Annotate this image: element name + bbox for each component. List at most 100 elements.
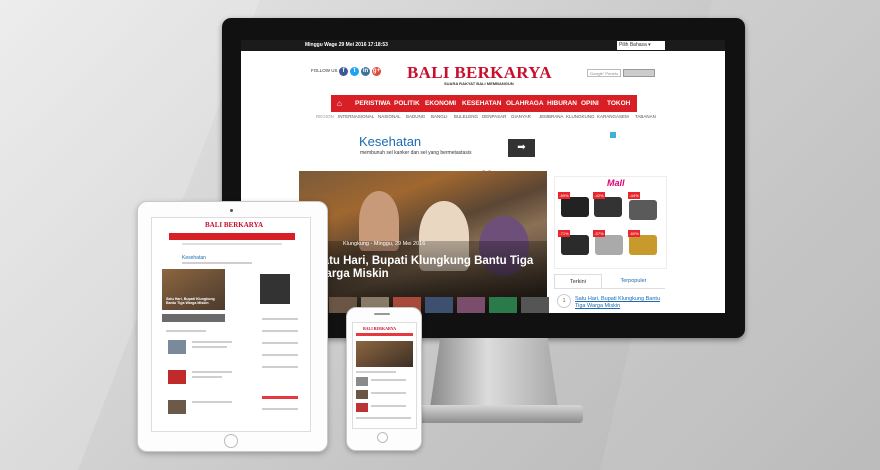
list-number: 1 [557, 294, 571, 308]
tablet-screen: BALI BERKARYA Kesehatan Satu Hari, Bupat… [151, 217, 311, 432]
main-nav: ⌂ PERISTIWA POLITIK EKONOMI KESEHATAN OL… [331, 95, 637, 112]
article-thumbnail[interactable] [168, 400, 186, 414]
text-line [262, 354, 298, 356]
hero-headline[interactable]: Satu Hari, Bupati Klungkung Bantu Tiga W… [315, 255, 547, 281]
region-bar: REGION INTERNASIONAL NASIONAL BADUNG BAN… [241, 112, 725, 122]
tablet-logo[interactable]: BALI BERKARYA [205, 221, 263, 229]
twitter-icon[interactable]: t [350, 67, 359, 76]
top-bar: Minggu Wage 29 Mei 2016 17:18:53 Pilih B… [241, 40, 725, 51]
nav-item-hiburan[interactable]: HIBURAN [547, 95, 577, 112]
discount-badge: -42% [593, 192, 605, 199]
tablet-section-title: Kesehatan [182, 255, 206, 261]
site-logo[interactable]: BALI BERKARYA [407, 63, 552, 83]
nav-item-ekonomi[interactable]: EKONOMI [425, 95, 456, 112]
text-line [356, 371, 396, 373]
product-speaker [595, 235, 623, 255]
ad-subtitle: membunuh sel kanker dan sel yang bermeta… [360, 150, 472, 156]
nav-item-olahraga[interactable]: OLAHRAGA [506, 95, 544, 112]
thumbnail[interactable] [457, 297, 485, 313]
phone-hero[interactable] [356, 341, 413, 367]
phone-home-button [377, 432, 388, 443]
arrow-right-icon[interactable]: ➡ [508, 139, 535, 157]
ad-title[interactable]: Kesehatan [359, 134, 421, 149]
phone-thumbnail[interactable] [356, 377, 368, 386]
region-item[interactable]: NASIONAL [378, 112, 401, 122]
instagram-icon[interactable]: in [361, 67, 370, 76]
google-plus-icon[interactable]: g+ [372, 67, 381, 76]
thumbnail[interactable] [425, 297, 453, 313]
product-battery [629, 200, 657, 220]
product-watch [594, 197, 622, 217]
phone-logo[interactable]: BALI BERKARYA [363, 326, 396, 331]
facebook-icon[interactable]: f [339, 67, 348, 76]
follow-label: FOLLOW US : [311, 68, 341, 73]
tablet-nav[interactable] [169, 233, 295, 240]
text-line [262, 342, 298, 344]
thumbnail-strip [299, 297, 549, 313]
search-button[interactable] [623, 69, 655, 77]
tablet-red-bar [262, 396, 298, 399]
region-label: REGION [316, 114, 334, 119]
phone-screen: BALI BERKARYA [352, 322, 417, 429]
nav-item-kesehatan[interactable]: KESEHATAN [462, 95, 501, 112]
nav-item-opini[interactable]: OPINI [581, 95, 599, 112]
phone-thumbnail[interactable] [356, 403, 368, 412]
site-tagline: SUARA RAKYAT BALI MEMBANGUN [444, 81, 514, 86]
tab-terpopuler[interactable]: Terpopuler [602, 274, 665, 288]
article-thumbnail[interactable] [168, 340, 186, 354]
tablet-region-bar [182, 243, 282, 245]
thumbnail[interactable] [489, 297, 517, 313]
region-item[interactable]: BULELENG [454, 112, 478, 122]
language-select[interactable]: Pilih Bahasa ▾ [617, 41, 665, 50]
tablet-hero[interactable]: Satu Hari, Bupati Klungkung Bantu Tiga W… [162, 269, 225, 310]
nav-item-tokoh[interactable]: TOKOH [607, 95, 630, 112]
text-line [182, 262, 252, 264]
home-icon[interactable]: ⌂ [337, 99, 346, 108]
monitor-base [405, 405, 583, 423]
sidebar-tabs: Terkini Terpopuler [554, 274, 665, 289]
product-watch [561, 235, 589, 255]
tab-terkini[interactable]: Terkini [554, 274, 602, 288]
region-item[interactable]: BANGLI [431, 112, 448, 122]
discount-badge: -60% [628, 230, 640, 237]
region-item[interactable]: TABANAN [635, 112, 656, 122]
region-item[interactable]: KARANGASEM [597, 112, 629, 122]
text-line [192, 376, 222, 378]
thumbnail[interactable] [521, 297, 549, 313]
region-item[interactable]: BADUNG [406, 112, 425, 122]
hero-slide[interactable]: Klungkung - Minggu, 29 Mei 2016 Satu Har… [299, 171, 547, 313]
text-line [192, 371, 232, 373]
article-thumbnail[interactable] [168, 370, 186, 384]
region-item[interactable]: INTERNASIONAL [338, 112, 374, 122]
text-line [166, 330, 206, 332]
region-item[interactable]: KLUNGKUNG [566, 112, 595, 122]
latest-article-link[interactable]: Satu Hari, Bupati Klungkung Bantu Tiga W… [575, 296, 665, 310]
region-item[interactable]: GIANYAR [511, 112, 531, 122]
ad-brand: Mall [607, 178, 625, 188]
text-line [356, 417, 411, 419]
monitor-stand [430, 338, 558, 408]
product-smartwatch [561, 197, 589, 217]
phone-speaker [374, 313, 390, 315]
tablet-camera [230, 209, 233, 212]
side-advertisement[interactable] [554, 176, 667, 269]
site-header: FOLLOW US : f t in g+ BALI BERKARYA SUAR… [241, 51, 725, 95]
region-item[interactable]: DENPASAR [482, 112, 506, 122]
region-item[interactable]: JEMBRANA [539, 112, 564, 122]
text-line [192, 341, 232, 343]
phone-thumbnail[interactable] [356, 390, 368, 399]
nav-item-peristiwa[interactable]: PERISTIWA [355, 95, 391, 112]
text-line [262, 330, 298, 332]
nav-item-politik[interactable]: POLITIK [394, 95, 420, 112]
text-line [262, 318, 298, 320]
text-line [192, 401, 232, 403]
tablet-home-button [224, 434, 238, 448]
search-input[interactable]: Google" Penelu [587, 69, 621, 77]
tablet-side-ad [260, 274, 290, 304]
phone-nav[interactable] [356, 333, 413, 336]
text-line [371, 379, 406, 381]
discount-badge: -57% [593, 230, 605, 237]
ad-choices-icon[interactable] [610, 132, 616, 138]
text-line [371, 392, 406, 394]
tablet-thumbnails [162, 314, 225, 322]
